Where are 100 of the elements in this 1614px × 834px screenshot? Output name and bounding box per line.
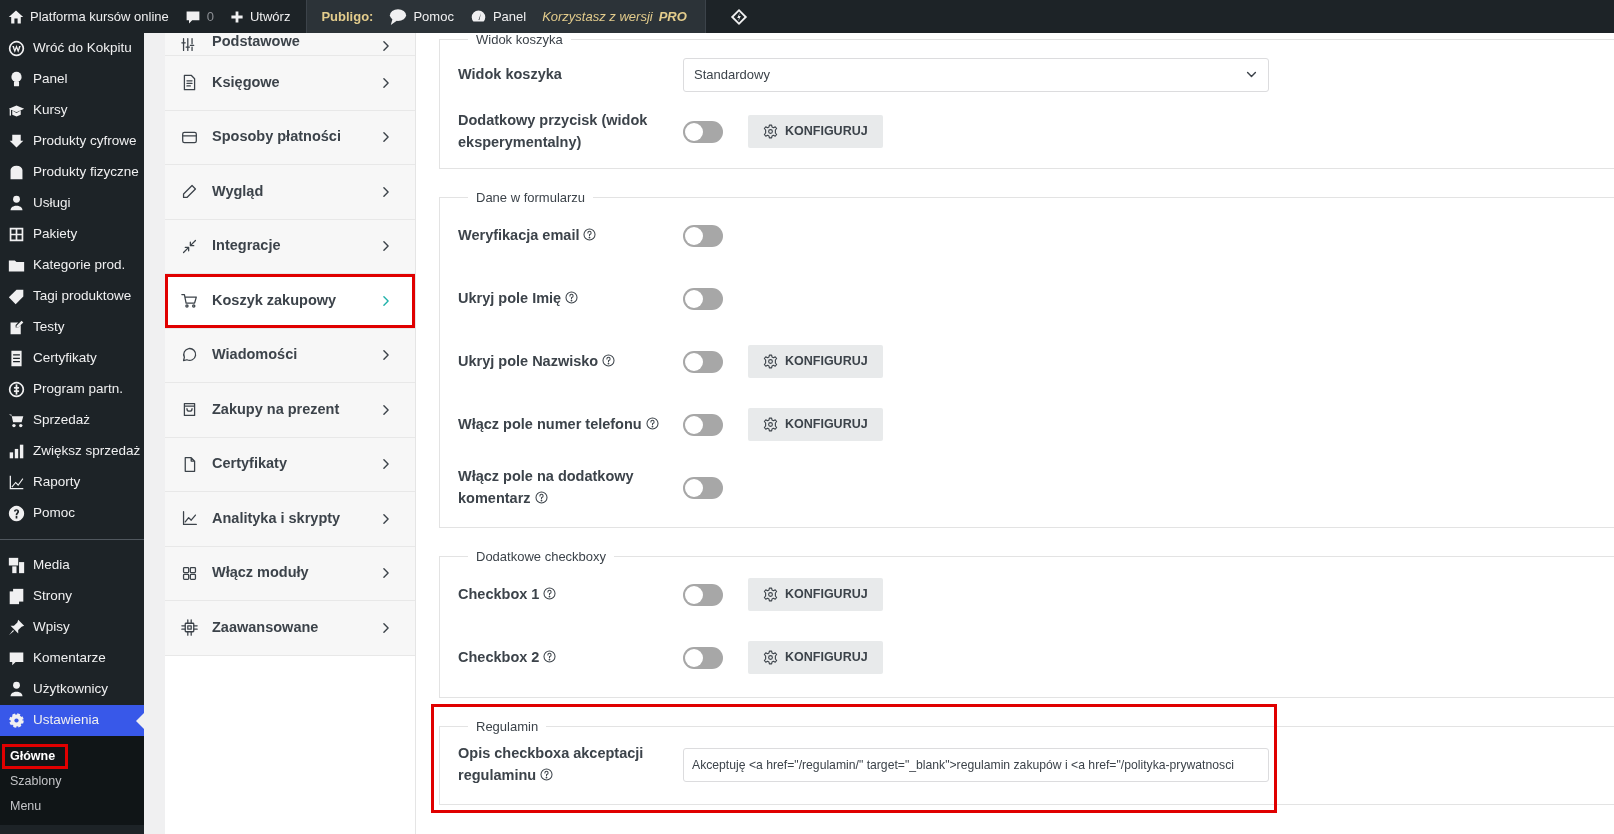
sidebar-item[interactable]: Komentarze <box>0 643 144 674</box>
settings-tab[interactable]: Wygląd <box>165 165 415 220</box>
toggle-switch[interactable] <box>683 646 723 669</box>
help-link[interactable]: Pomoc <box>381 0 462 33</box>
sidebar-item[interactable]: Testy <box>0 312 144 343</box>
toggle-switch[interactable] <box>683 287 723 310</box>
sidebar-item[interactable]: Pakiety <box>0 219 144 250</box>
chat-icon <box>181 346 198 364</box>
person-icon <box>8 681 25 698</box>
toggle-switch[interactable] <box>683 350 723 373</box>
coin-icon <box>8 381 25 398</box>
new-link[interactable]: Utwórz <box>221 0 299 33</box>
sidebar-item[interactable]: Raporty <box>0 467 144 498</box>
bar-chart-icon <box>8 443 25 460</box>
settings-tab[interactable]: Koszyk zakupowy <box>165 274 415 329</box>
settings-tab[interactable]: Zakupy na prezent <box>165 383 415 438</box>
sidebar-item[interactable]: Certyfikaty <box>0 343 144 374</box>
pages-icon <box>8 588 25 605</box>
text-field[interactable]: Akceptuję <a href="/regulamin/" target="_blank">regulamin zakupów i <a href="/polityka-prywatnosci <box>683 747 1269 782</box>
sidebar-item[interactable]: Produkty cyfrowe <box>0 126 144 157</box>
submenu-item[interactable]: Główne <box>2 744 68 769</box>
settings-tab[interactable]: Wiadomości <box>165 328 415 383</box>
help-icon <box>534 490 548 504</box>
graduation-cap-icon <box>8 102 25 119</box>
circle-logo-icon <box>8 40 25 57</box>
settings-tab[interactable]: Zaawansowane <box>165 601 415 656</box>
note-icon <box>8 319 25 336</box>
toggle-switch[interactable] <box>683 583 723 606</box>
toggle-switch[interactable] <box>683 413 723 436</box>
settings-icon <box>763 124 778 139</box>
help-icon <box>543 649 557 663</box>
sidebar-item[interactable]: Usługi <box>0 188 144 219</box>
sidebar-item[interactable]: Tagi produktowe <box>0 281 144 312</box>
sidebar-item[interactable]: Sprzedaż <box>0 405 144 436</box>
settings-icon <box>763 417 778 432</box>
settings-icon <box>763 354 778 369</box>
pin-icon <box>8 619 25 636</box>
configure-button[interactable]: KONFIGURUJ <box>748 115 883 148</box>
brand-label: Publigo: <box>320 7 375 26</box>
settings-tab[interactable]: Włącz moduły <box>165 546 415 601</box>
gauge-icon <box>469 8 487 25</box>
sidebar-item[interactable]: Wpisy <box>0 612 144 643</box>
tag-icon <box>8 288 25 305</box>
group-title: Regulamin <box>475 720 540 733</box>
settings-tab[interactable]: Księgowe <box>165 56 415 111</box>
help-icon <box>543 586 557 600</box>
document-icon <box>8 350 25 367</box>
configure-button[interactable]: KONFIGURUJ <box>748 641 883 674</box>
configure-button[interactable]: KONFIGURUJ <box>748 345 883 378</box>
submenu-item[interactable]: Szablony <box>0 769 144 794</box>
select-field[interactable]: Standardowy <box>683 57 1269 92</box>
settings-tab[interactable]: Certyfikaty <box>165 437 415 492</box>
help-icon <box>540 767 554 781</box>
toggle-switch[interactable] <box>683 224 723 247</box>
help-icon <box>583 227 597 241</box>
sidebar-item[interactable]: Wróć do Kokpitu <box>0 33 144 64</box>
toggle-switch[interactable] <box>683 120 723 143</box>
sidebar-item[interactable]: Strony <box>0 581 144 612</box>
media-icon <box>8 557 25 574</box>
line-chart-icon <box>8 474 25 491</box>
sidebar-item[interactable]: Ustawienia <box>0 705 144 736</box>
help-icon <box>602 353 616 367</box>
sidebar-item[interactable]: Kategorie prod. <box>0 250 144 281</box>
sidebar-item[interactable]: Produkty fizyczne <box>0 157 144 188</box>
document-icon <box>181 74 198 92</box>
person-icon <box>8 195 25 212</box>
group-title: Dane w formularzu <box>475 191 587 204</box>
sidebar-item[interactable]: Program partn. <box>0 374 144 405</box>
settings-tab[interactable]: Sposoby płatności <box>165 110 415 165</box>
toggle-switch[interactable] <box>683 476 723 499</box>
chip-icon <box>181 619 198 637</box>
settings-icon <box>8 712 25 729</box>
line-chart-icon <box>181 510 198 528</box>
field-label: Weryfikacja email <box>458 224 683 247</box>
sidebar-item[interactable]: Zwiększ sprzedaż <box>0 436 144 467</box>
speech-bubble-icon <box>389 7 408 26</box>
sidebar-item[interactable]: Użytkownicy <box>0 674 144 705</box>
bag-icon <box>8 164 25 181</box>
field-label: Ukryj pole Nazwisko <box>458 350 683 373</box>
settings-tab[interactable]: Podstawowe <box>165 33 415 56</box>
download-icon <box>8 133 25 150</box>
sidebar-item[interactable]: Panel <box>0 64 144 95</box>
site-link[interactable]: Platforma kursów online <box>0 0 177 33</box>
submenu-item[interactable]: Menu <box>0 794 144 819</box>
group-title: Widok koszyka <box>475 33 564 46</box>
sidebar-item[interactable]: Pomoc <box>0 498 144 529</box>
configure-button[interactable]: KONFIGURUJ <box>748 578 883 611</box>
sidebar-item[interactable]: Kursy <box>0 95 144 126</box>
sidebar-item[interactable]: Media <box>0 550 144 581</box>
field-label: Opis checkboxa akceptacji regulaminu <box>458 743 645 785</box>
comments-link[interactable]: 0 <box>176 0 222 33</box>
diamond-icon <box>729 7 748 26</box>
field-label: Dodatkowy przycisk (widok eksperymentalny) <box>458 110 649 152</box>
settings-tab[interactable]: Analityka i skrypty <box>165 492 415 547</box>
bag-icon <box>181 401 198 419</box>
configure-button[interactable]: KONFIGURUJ <box>748 408 883 441</box>
settings-icon <box>763 650 778 665</box>
lightbulb-icon <box>8 71 25 88</box>
field-label: Widok koszyka <box>458 64 563 84</box>
panel-link[interactable]: Panel <box>461 0 535 33</box>
